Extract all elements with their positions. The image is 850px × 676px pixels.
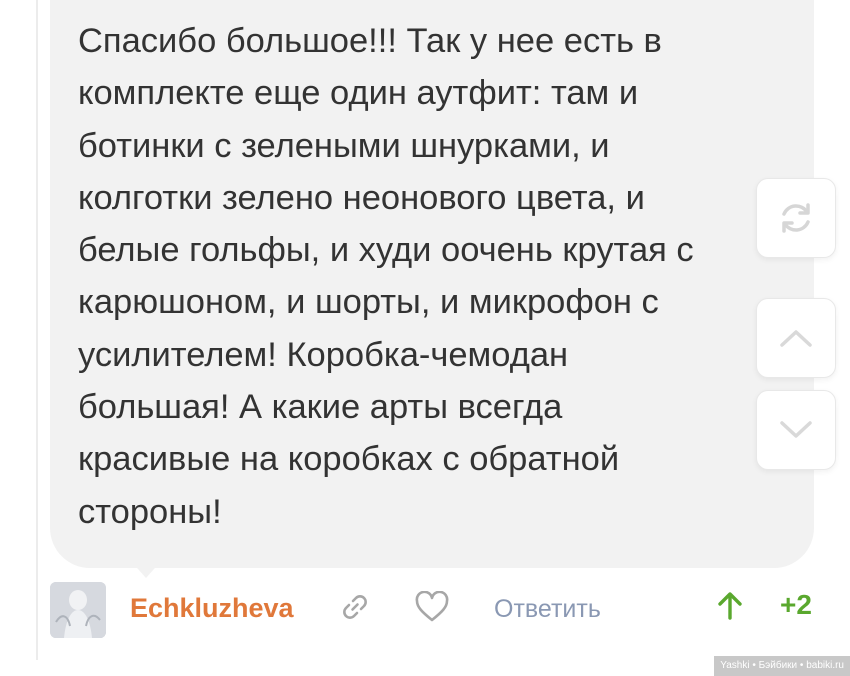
thread-line bbox=[36, 0, 38, 660]
scroll-up-button[interactable] bbox=[756, 298, 836, 378]
comment-bubble-tail bbox=[130, 560, 162, 578]
vote-score: +2 bbox=[780, 589, 812, 620]
comment-footer: Echkluzheva Ответить +2 bbox=[0, 578, 850, 642]
upvote-arrow-icon[interactable] bbox=[716, 590, 744, 622]
refresh-button[interactable] bbox=[756, 178, 836, 258]
chevron-down-icon bbox=[776, 418, 816, 442]
author-name[interactable]: Echkluzheva bbox=[130, 591, 294, 625]
refresh-icon bbox=[774, 196, 818, 240]
heart-icon[interactable] bbox=[414, 590, 450, 623]
scroll-down-button[interactable] bbox=[756, 390, 836, 470]
link-icon[interactable] bbox=[340, 592, 370, 622]
watermark: Yashki • Бэйбики • babiki.ru bbox=[714, 656, 850, 676]
comment-page: Спасибо большое!!! Так у нее есть в комп… bbox=[0, 0, 850, 676]
reply-button[interactable]: Ответить bbox=[494, 592, 601, 626]
chevron-up-icon bbox=[776, 326, 816, 350]
comment-text: Спасибо большое!!! Так у нее есть в комп… bbox=[78, 22, 694, 531]
avatar[interactable] bbox=[50, 582, 106, 638]
avatar-image bbox=[50, 582, 106, 638]
